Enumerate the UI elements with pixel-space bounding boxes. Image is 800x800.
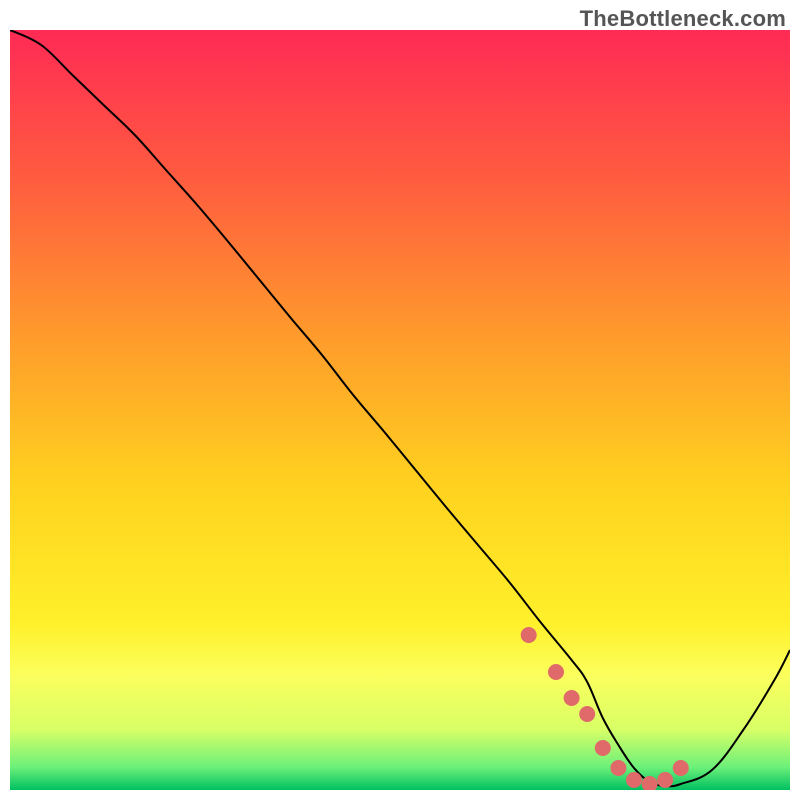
marker-dot bbox=[673, 760, 689, 776]
plot-area bbox=[10, 30, 790, 790]
chart-container: TheBottleneck.com bbox=[0, 0, 800, 800]
marker-dot bbox=[564, 690, 580, 706]
marker-dot bbox=[548, 664, 564, 680]
marker-dot bbox=[595, 740, 611, 756]
marker-dot bbox=[521, 627, 537, 643]
marker-dot bbox=[626, 772, 642, 788]
marker-dot bbox=[579, 706, 595, 722]
marker-dot bbox=[657, 772, 673, 788]
marker-dot bbox=[610, 760, 626, 776]
gradient-background bbox=[10, 30, 790, 790]
watermark-text: TheBottleneck.com bbox=[580, 6, 786, 32]
chart-svg bbox=[10, 30, 790, 790]
